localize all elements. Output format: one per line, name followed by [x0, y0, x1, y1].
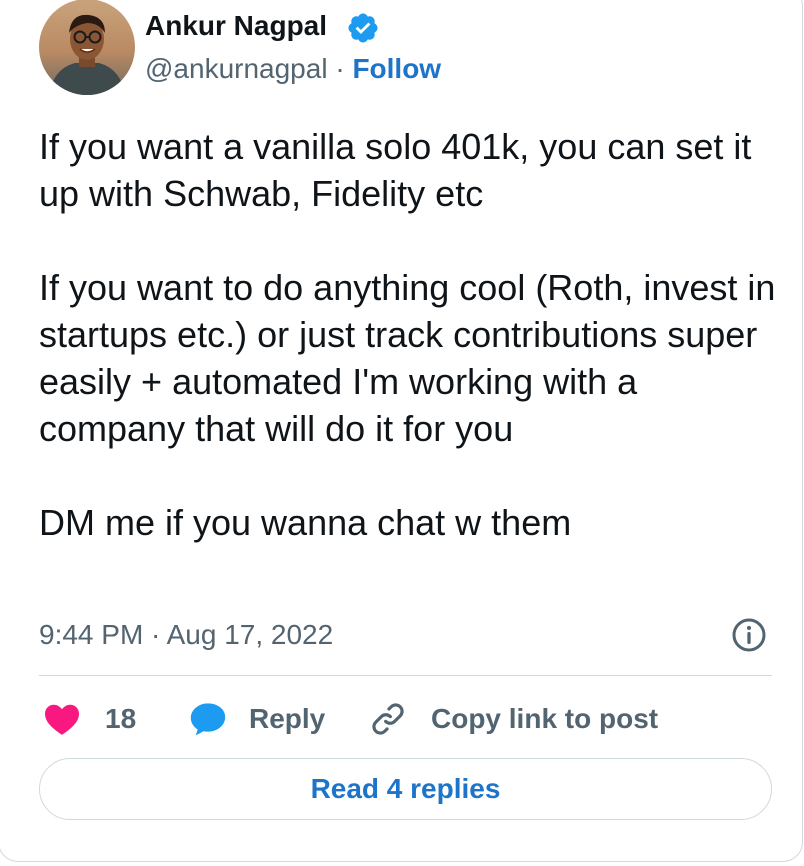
- tweet-timestamp[interactable]: 9:44 PM · Aug 17, 2022: [39, 617, 333, 653]
- info-icon[interactable]: [731, 617, 767, 653]
- author-name[interactable]: Ankur Nagpal: [145, 7, 327, 45]
- read-replies-button[interactable]: Read 4 replies: [39, 758, 772, 820]
- copy-link-button[interactable]: Copy link to post: [369, 699, 658, 739]
- like-button[interactable]: 18: [43, 699, 136, 739]
- heart-icon: [45, 704, 79, 735]
- separator: ·: [327, 53, 353, 84]
- tweet-text: If you want a vanilla solo 401k, you can…: [39, 123, 779, 546]
- follow-button[interactable]: Follow: [352, 53, 441, 84]
- reply-bubble-icon: [190, 703, 226, 736]
- handle-line: @ankurnagpal · Follow: [145, 51, 441, 87]
- author-handle[interactable]: @ankurnagpal: [145, 53, 328, 84]
- tweet-paragraph: If you want a vanilla solo 401k, you can…: [39, 126, 752, 214]
- avatar[interactable]: [39, 0, 135, 95]
- link-icon: [372, 703, 404, 735]
- divider: [39, 675, 772, 676]
- copy-link-label: Copy link to post: [431, 703, 659, 734]
- like-count: 18: [105, 703, 137, 734]
- tweet-paragraph: DM me if you wanna chat w them: [39, 502, 572, 543]
- reply-button[interactable]: Reply: [189, 699, 325, 739]
- verified-badge-icon: [348, 13, 378, 43]
- reply-label: Reply: [249, 703, 326, 734]
- tweet-paragraph: If you want to do anything cool (Roth, i…: [39, 267, 776, 449]
- tweet-card: Ankur Nagpal @ankurnagpal · Follow If yo…: [0, 0, 803, 862]
